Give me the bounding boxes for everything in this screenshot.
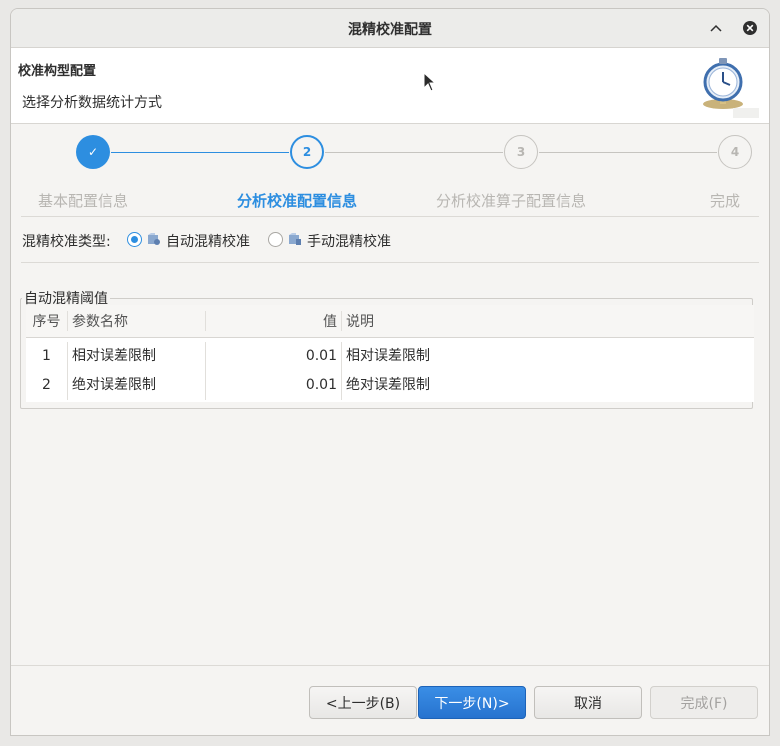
- step-2-circle: 2: [290, 135, 324, 169]
- threshold-table: 序号 参数名称 值 说明 1 相对误差限制 0.01 相对误差限制 2 绝对误差…: [26, 305, 754, 402]
- param-value[interactable]: 0.01: [206, 342, 342, 371]
- auto-calibrate-icon: [148, 233, 160, 245]
- manual-calibrate-icon: [289, 233, 301, 245]
- page-subtitle: 选择分析数据统计方式: [22, 95, 162, 111]
- step-indicator: ✓ 2 3 4 基本配置信息 分析校准配置信息 分析校准算子配置信息 完成: [21, 124, 759, 217]
- step-4-circle: 4: [718, 135, 752, 169]
- step-connector: [539, 152, 717, 153]
- table-header: 序号 参数名称 值 说明: [26, 305, 754, 338]
- manual-calibration-label[interactable]: 手动混精校准: [307, 231, 391, 251]
- chevron-up-icon: [710, 24, 722, 32]
- title-bar: 混精校准配置: [11, 9, 769, 48]
- row-index: 1: [26, 342, 68, 371]
- param-desc: 相对误差限制: [346, 348, 430, 364]
- step-connector: [325, 152, 503, 153]
- step-2-label: 分析校准配置信息: [236, 192, 358, 210]
- close-button[interactable]: [739, 17, 761, 39]
- minimize-button[interactable]: [705, 17, 727, 39]
- check-icon: ✓: [87, 145, 99, 159]
- table-row[interactable]: 1 相对误差限制 0.01 相对误差限制: [26, 342, 754, 371]
- button-bar: <上一步(B) 下一步(N)> 取消 完成(F): [11, 665, 769, 735]
- close-icon: [743, 21, 757, 35]
- next-button[interactable]: 下一步(N)>: [418, 686, 526, 719]
- step-connector: [111, 152, 289, 153]
- wizard-window: 混精校准配置 校准构型配置 选择分析数据统计方式 ✓ 2 3 4 基本配置信息 …: [10, 8, 770, 736]
- manual-calibration-radio[interactable]: [268, 232, 283, 247]
- column-header[interactable]: 说明: [342, 311, 754, 331]
- auto-calibration-radio[interactable]: [127, 232, 142, 247]
- cancel-button[interactable]: 取消: [534, 686, 642, 719]
- calibration-type-label: 混精校准类型:: [22, 234, 111, 250]
- row-index: 2: [26, 371, 68, 400]
- step-4-label: 完成: [709, 192, 741, 210]
- page-title: 校准构型配置: [18, 64, 97, 79]
- param-desc: 绝对误差限制: [346, 377, 430, 393]
- calibration-type-row: 混精校准类型: 自动混精校准 手动混精校准: [21, 217, 759, 263]
- step-3-circle: 3: [504, 135, 538, 169]
- previous-button[interactable]: <上一步(B): [309, 686, 417, 719]
- step-1-circle: ✓: [76, 135, 110, 169]
- param-value[interactable]: 0.01: [206, 371, 342, 400]
- finish-button[interactable]: 完成(F): [650, 686, 758, 719]
- auto-calibration-label[interactable]: 自动混精校准: [166, 231, 250, 251]
- step-3-label: 分析校准算子配置信息: [435, 192, 587, 210]
- table-row[interactable]: 2 绝对误差限制 0.01 绝对误差限制: [26, 371, 754, 400]
- column-header[interactable]: 序号: [26, 311, 68, 331]
- window-title: 混精校准配置: [348, 22, 432, 38]
- step-1-label: 基本配置信息: [37, 192, 129, 210]
- stopwatch-icon: [703, 58, 759, 118]
- param-name: 绝对误差限制: [68, 371, 206, 400]
- column-header[interactable]: 参数名称: [68, 311, 206, 331]
- wizard-header: 校准构型配置 选择分析数据统计方式: [11, 48, 769, 124]
- column-header[interactable]: 值: [206, 311, 342, 331]
- param-name: 相对误差限制: [68, 342, 206, 371]
- mouse-cursor-icon: [423, 72, 437, 92]
